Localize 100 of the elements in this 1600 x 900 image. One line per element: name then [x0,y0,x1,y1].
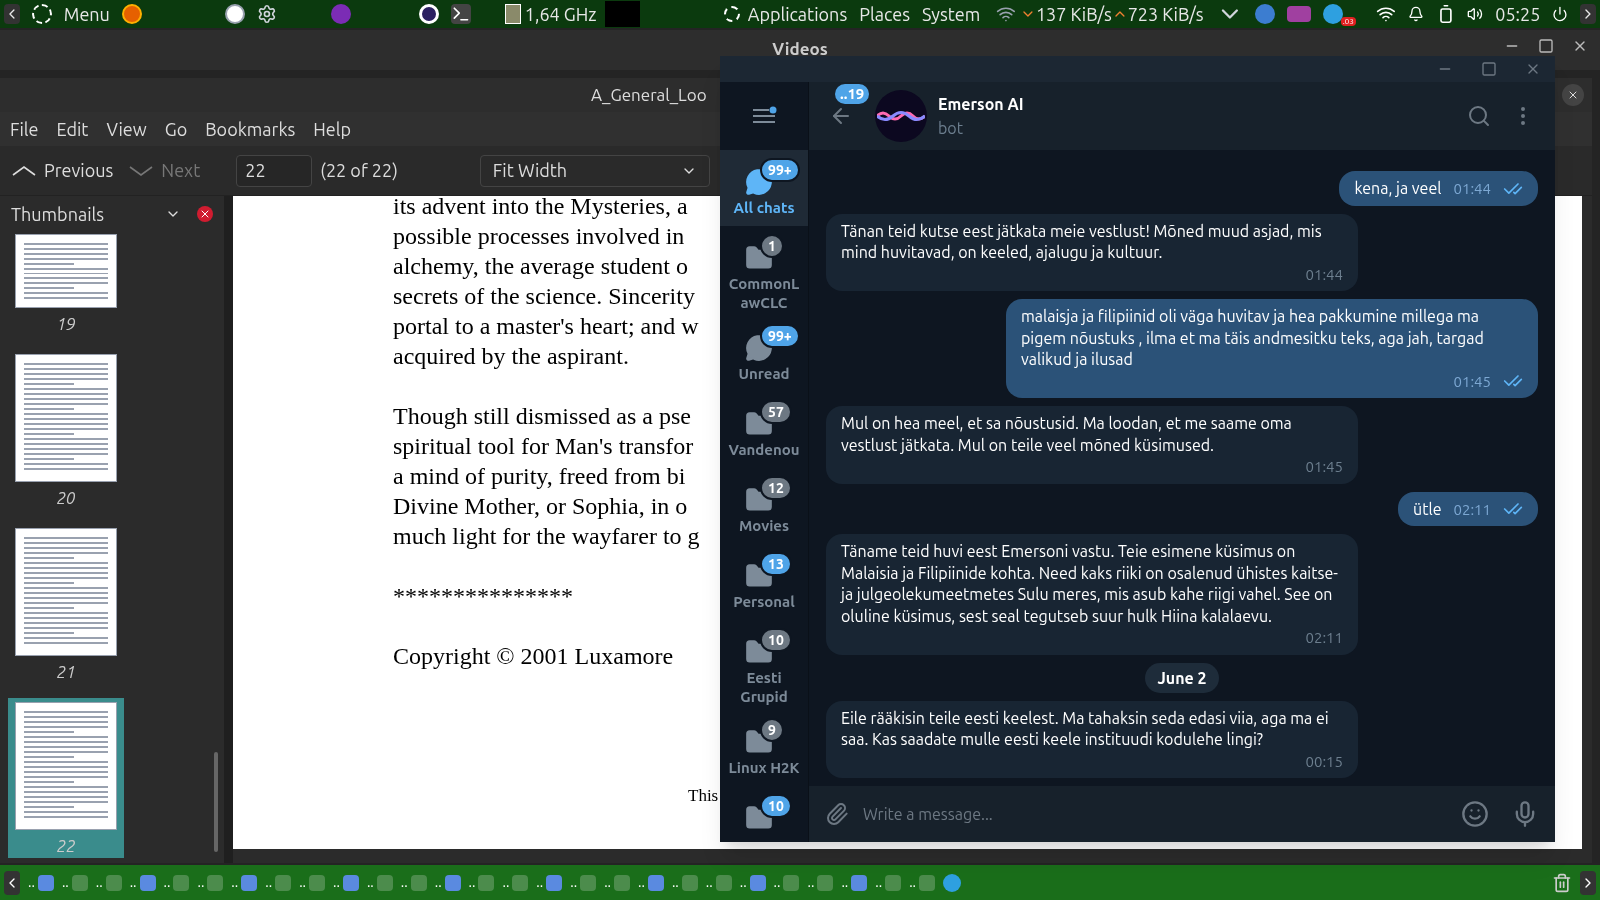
upload-speed: 723 KiB/s [1127,2,1204,26]
folder-tab[interactable]: 9 Linux H2K [720,710,808,786]
unread-badge: ..19 [835,84,870,104]
folder-label: Linux H2K [728,758,800,777]
message-composer[interactable]: Write a message... [809,786,1555,842]
message-text: Tänan teid kutse eest jätkata meie vestlust! Mõned muud asjad, mis mind huvitavad, on keeled, ajalugu ja kultuur. [841,220,1323,263]
message-text: malaisja ja filipiinid oli väga huvitav ja hea pakkumine millega ma pigem nõustuks , ilma et ma täis andmesitku teks, aga jah, targad valikud ja ilusad [1021,306,1485,370]
panel-menu-item[interactable]: Places [859,0,911,28]
document-text-line: alchemy, the average student o [393,252,688,281]
unread-badge: 13 [760,552,792,576]
cpu-graph [604,1,641,27]
message-text: Eile rääkisin teile eesti keelest. Ma tahaksin seda edasi viia, aga ma ei saa. Kas saadate mulle eesti keele instituudi kodulehe lingi? [841,707,1330,750]
thumbnail-item[interactable]: 20 [8,350,124,510]
taskbar-item[interactable]: .. [299,872,325,893]
message-text: Täname teid huvi eest Emersoni vastu. Teie esimene küsimus on Malaisia ja Filipiinide kohta. Need kaks riiki on osalenud ühistes kaitse- ja julgeolekumeetmetes Sulu meres, mis asub kahe riigi vahel. See on oluline küsimus, sest seal tegutseb suur hulk Hiina kalalaevu. [841,541,1339,627]
close-icon [1567,89,1579,101]
volume-icon[interactable] [1467,6,1484,22]
date-separator: June 2 [1145,662,1219,693]
page-count: (22 of 22) [320,159,398,183]
document-text-line: *************** [393,582,573,611]
up-chevron-icon [12,165,36,176]
menu-icon[interactable] [751,106,777,126]
menu-item[interactable]: Help [313,115,351,143]
folder-tab[interactable]: 99+ Unread [720,316,808,392]
zoom-dropdown[interactable]: Fit Width [479,154,710,187]
message-text: kena, ja veel [1354,178,1442,199]
thumbnail-item[interactable]: 21 [8,524,124,684]
document-text-line: Divine Mother, or Sophia, in o [393,492,688,521]
folder-tab[interactable]: 13 Personal [720,544,808,620]
page-number: 22 [56,836,76,856]
emoji-icon[interactable] [1461,800,1489,828]
panel-left-arrow-icon[interactable] [4,4,20,24]
message-time: 01:44 [1305,264,1343,285]
panel-right-arrow-icon[interactable] [1580,4,1597,24]
unread-badge: 1 [760,234,784,258]
ring-icon[interactable] [419,4,440,24]
wifi-icon[interactable] [1375,4,1396,24]
unread-badge: 99+ [760,158,800,182]
document-text-line: possible processes involved in [393,222,685,251]
document-text-line: portal to a master's heart; and w [393,312,699,341]
close-button[interactable] [1562,84,1584,106]
folder-label: Eesti Grupid [739,668,789,706]
message-time: 01:45 [1305,457,1343,477]
menu-item[interactable]: File [10,115,39,143]
bell-icon[interactable] [1407,6,1424,22]
unread-badge: 10 [760,794,792,818]
unread-badge: 9 [760,718,784,742]
down-chevron-icon [129,165,154,176]
panel-menu-item[interactable]: System [922,0,981,28]
folder-label: Movies [737,516,791,535]
chat-status: bot [938,118,964,139]
document-text-line: acquired by the aspirant. [393,342,629,371]
message-time: 02:11 [1305,628,1343,648]
unread-badge: 12 [760,476,792,500]
panel-menu-item[interactable]: Applications [747,0,848,28]
bot-avatar [875,90,927,142]
clock[interactable]: 05:25 [1495,0,1541,28]
folder-tab[interactable]: 99+ All chats [720,150,808,226]
document-text-line: spiritual tool for Man's transfor [393,432,694,461]
unread-badge: 99+ [760,324,800,348]
tray-badge: .03 [1340,16,1356,26]
page-number: 21 [56,662,76,682]
document-text-line: a mind of purity, freed from bi [393,462,686,491]
power-icon[interactable] [1552,6,1569,22]
message-time: 01:44 [1453,179,1491,199]
download-speed: 137 KiB/s [1035,2,1112,26]
folder-tab[interactable]: 12 Movies [720,468,808,544]
page-number: 19 [56,314,76,334]
attach-icon[interactable] [825,802,849,826]
close-sidebar-button[interactable] [197,206,213,222]
wifi-icon [996,4,1017,24]
menu-item[interactable]: Edit [56,115,89,143]
window-title: Videos [772,38,828,60]
maximize-icon[interactable] [1481,61,1497,77]
folder-label: Unread [737,364,791,383]
menu-item[interactable]: Go [164,115,188,143]
message-input[interactable]: Write a message... [863,802,1461,826]
document-text-line: This [688,785,719,807]
applications-logo-icon [723,6,740,22]
folder-label: All chats [732,198,796,217]
window-title: A_General_Loo [591,84,707,107]
folder-tab[interactable]: 57 Vandenou [720,392,808,468]
menu-item[interactable]: Bookmarks [205,115,296,143]
message-text: ütle [1413,498,1442,520]
folder-label: CommonLawCLC [728,274,800,312]
search-icon[interactable] [1467,104,1491,128]
page-field[interactable]: 22 [236,154,313,187]
scrollbar[interactable] [214,752,218,852]
trash-icon[interactable] [1552,872,1572,893]
terminal-icon[interactable] [451,4,471,24]
menu-item[interactable]: View [106,115,147,143]
folder-label: Personal [732,592,796,611]
maximize-icon[interactable] [1538,38,1554,54]
folder-tab[interactable]: 10 Eesti Grupid [720,620,808,710]
previous-button[interactable]: Previous [12,157,114,184]
message-time: 01:45 [1453,371,1491,392]
menu-button[interactable]: Menu [63,0,110,28]
folder-tab[interactable]: 1 CommonLawCLC [720,226,808,316]
message-time: 02:11 [1453,499,1491,520]
thumbnail-item[interactable]: 19 [8,230,124,336]
